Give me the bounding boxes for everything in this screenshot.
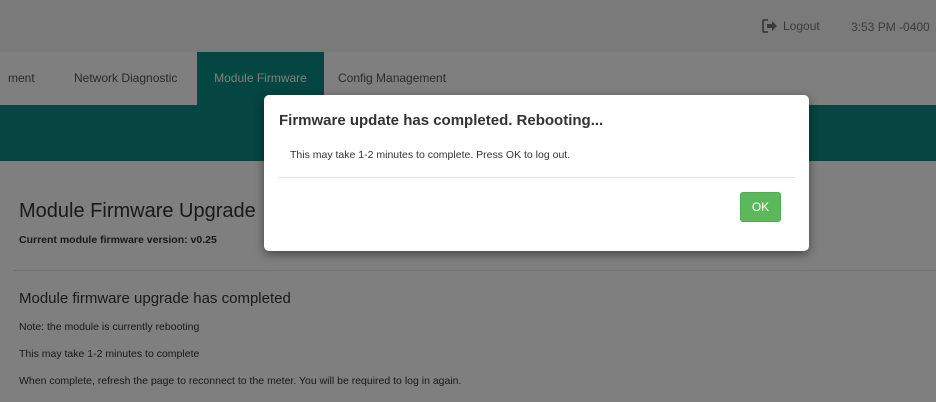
dialog-divider [278,177,795,178]
ok-button[interactable]: OK [740,192,781,222]
dialog-title: Firmware update has completed. Rebooting… [279,112,604,129]
reboot-dialog: Firmware update has completed. Rebooting… [264,95,809,251]
dialog-message: This may take 1-2 minutes to complete. P… [290,149,571,161]
